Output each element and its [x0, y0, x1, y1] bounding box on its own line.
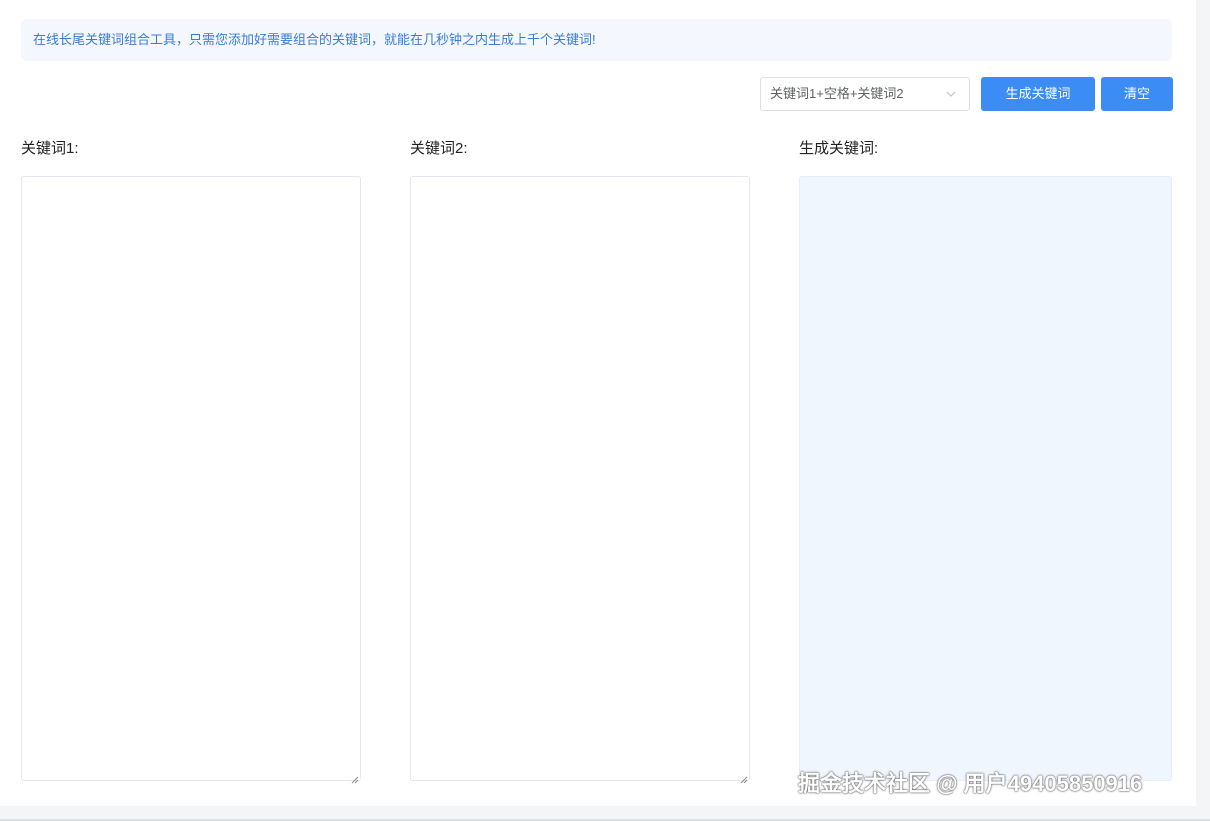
keyword2-label: 关键词2:	[410, 140, 468, 157]
keyword1-textarea[interactable]	[21, 176, 361, 781]
watermark: 掘金技术社区 @ 用户49405850916	[798, 771, 1143, 796]
combine-mode-selected-value: 关键词1+空格+关键词2	[770, 86, 904, 101]
generated-keywords-textarea[interactable]	[799, 176, 1172, 781]
keyword2-textarea[interactable]	[410, 176, 750, 781]
generate-keywords-button[interactable]: 生成关键词	[981, 77, 1095, 111]
result-label: 生成关键词:	[799, 140, 879, 157]
keyword1-label: 关键词1:	[21, 140, 79, 157]
info-notice-text: 在线长尾关键词组合工具，只需您添加好需要组合的关键词，就能在几秒钟之内生成上千个…	[33, 32, 596, 47]
resize-grip-icon[interactable]	[351, 771, 359, 784]
keyword-combiner-page: 在线长尾关键词组合工具，只需您添加好需要组合的关键词，就能在几秒钟之内生成上千个…	[0, 0, 1196, 806]
page-scroll-gutter	[1196, 0, 1210, 821]
resize-grip-icon[interactable]	[740, 771, 748, 784]
chevron-down-icon	[945, 78, 957, 110]
combine-mode-select[interactable]: 关键词1+空格+关键词2	[760, 77, 970, 111]
clear-button[interactable]: 清空	[1101, 77, 1173, 111]
info-notice: 在线长尾关键词组合工具，只需您添加好需要组合的关键词，就能在几秒钟之内生成上千个…	[21, 19, 1172, 61]
